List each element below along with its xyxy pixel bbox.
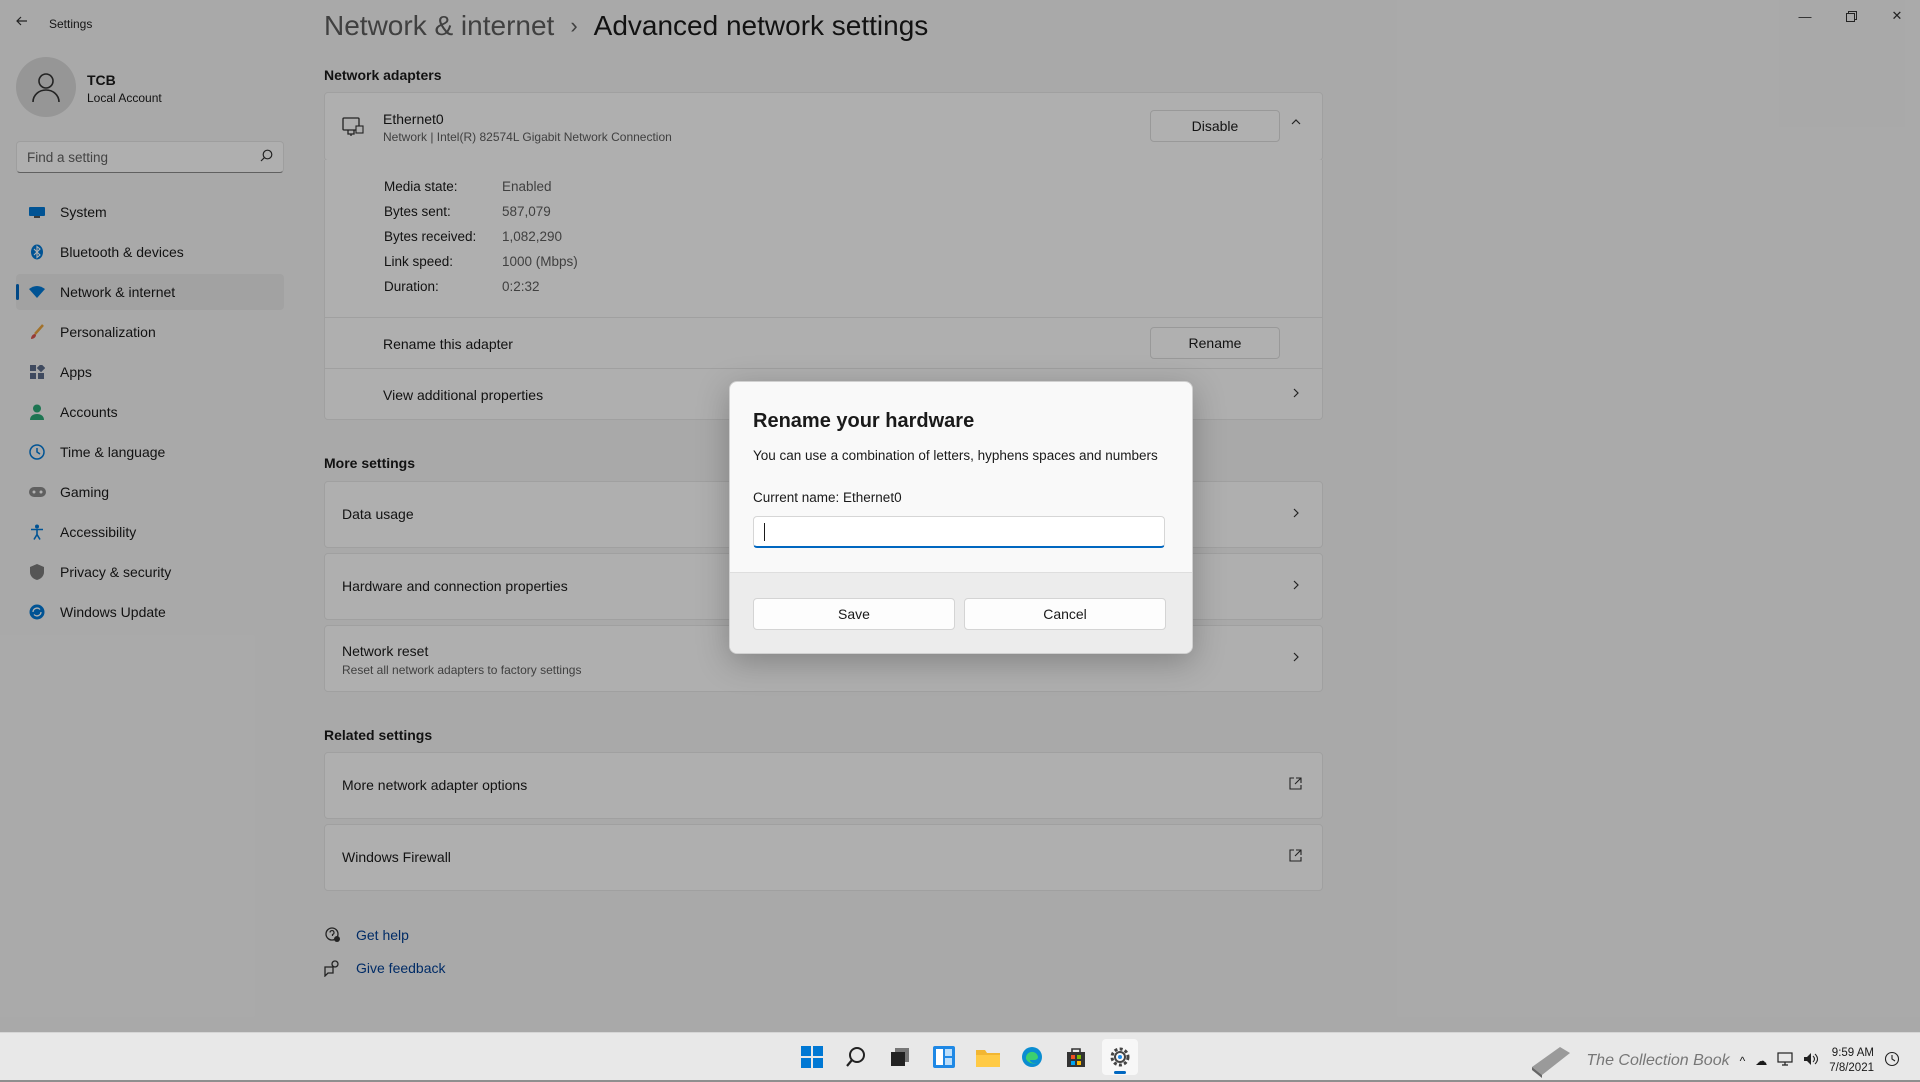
edge-browser-icon[interactable] (1014, 1039, 1050, 1075)
chevron-up-icon[interactable]: ^ (1740, 1054, 1746, 1068)
widgets-icon[interactable] (926, 1039, 962, 1075)
dialog-title: Rename your hardware (753, 410, 975, 432)
notification-icon[interactable] (1884, 1051, 1900, 1070)
dialog-description: You can use a combination of letters, hy… (753, 448, 1158, 463)
clock-time: 9:59 AM (1831, 1046, 1874, 1059)
onedrive-icon[interactable]: ☁ (1755, 1054, 1767, 1068)
clock[interactable]: 9:59 AM 7/8/2021 (1829, 1046, 1874, 1076)
taskbar-apps (794, 1039, 1146, 1075)
new-name-input[interactable] (753, 516, 1165, 548)
file-explorer-icon[interactable] (970, 1039, 1006, 1075)
rename-dialog: Rename your hardware You can use a combi… (729, 381, 1193, 654)
store-icon[interactable] (1058, 1039, 1094, 1075)
clock-date: 7/8/2021 (1829, 1061, 1874, 1074)
save-button[interactable]: Save (753, 598, 955, 630)
cancel-button[interactable]: Cancel (964, 598, 1166, 630)
task-view-icon[interactable] (882, 1039, 918, 1075)
book-watermark-icon (1528, 1039, 1576, 1082)
dialog-footer: Save Cancel (730, 572, 1192, 653)
system-tray: The Collection Book ^ ☁ 9:59 AM 7/8/2021 (1528, 1039, 1900, 1082)
taskbar: The Collection Book ^ ☁ 9:59 AM 7/8/2021 (0, 1032, 1920, 1080)
search-icon[interactable] (838, 1039, 874, 1075)
volume-icon[interactable] (1803, 1052, 1819, 1069)
network-icon[interactable] (1777, 1052, 1793, 1069)
settings-gear-icon[interactable] (1102, 1039, 1138, 1075)
current-name-label: Current name: Ethernet0 (753, 490, 902, 505)
watermark-text: The Collection Book (1586, 1051, 1730, 1069)
text-caret (764, 523, 765, 541)
windows-start-icon[interactable] (794, 1039, 830, 1075)
